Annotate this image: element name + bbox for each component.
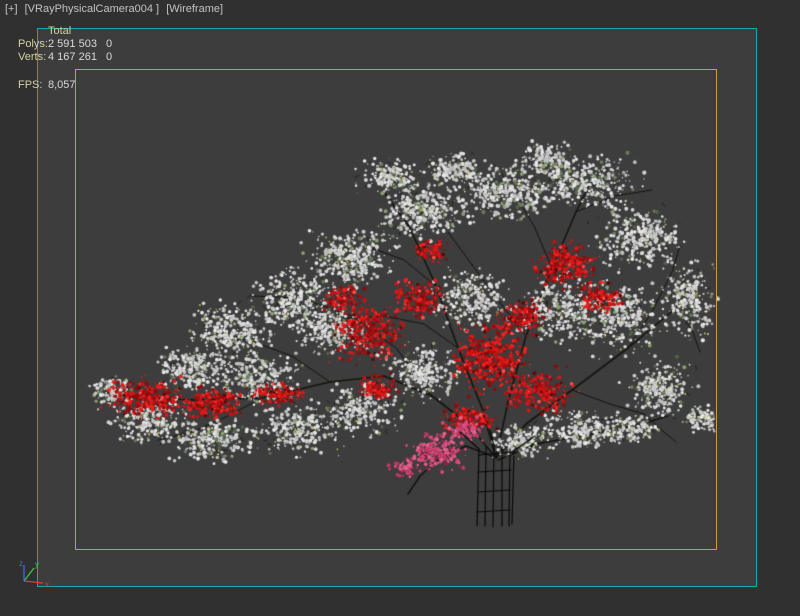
viewport-label-bar: [+] [VRayPhysicalCamera004 ] [Wireframe] xyxy=(5,3,227,15)
viewport-camera-menu[interactable]: [VRayPhysicalCamera004 ] xyxy=(25,3,160,15)
viewport-canvas[interactable] xyxy=(0,0,800,616)
viewport-shading-menu[interactable]: [Wireframe] xyxy=(166,3,223,15)
viewport-general-menu[interactable]: [+] xyxy=(5,3,18,15)
3dsmax-viewport-window: { "viewport": { "label": { "general": "[… xyxy=(0,0,800,616)
